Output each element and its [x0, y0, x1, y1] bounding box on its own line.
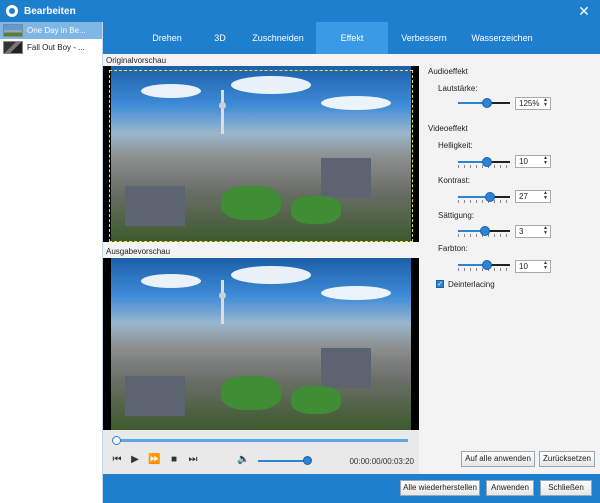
video-thumbnail	[3, 41, 23, 54]
restore-all-button[interactable]: Alle wiederherstellen	[400, 480, 480, 496]
tab-3d[interactable]: 3D	[200, 22, 240, 54]
original-preview	[103, 66, 419, 242]
brightness-label: Helligkeit:	[438, 141, 473, 150]
effect-panel: Audioeffekt Lautstärke: 125% ▲ ▼ Videoeff…	[423, 54, 600, 474]
tab-wasserzeichen[interactable]: Wasserzeichen	[460, 22, 544, 54]
saturation-spinbox[interactable]: 3 ▲ ▼	[515, 225, 551, 238]
tab-effekt[interactable]: Effekt	[316, 22, 388, 54]
fast-forward-icon[interactable]: ⏩	[148, 454, 160, 466]
spin-arrows-icon[interactable]: ▲ ▼	[542, 226, 549, 237]
previous-icon[interactable]: ⏮	[111, 454, 123, 466]
brightness-slider-handle[interactable]	[481, 157, 492, 167]
progress-track[interactable]	[116, 439, 408, 442]
hue-spinbox[interactable]: 10 ▲ ▼	[515, 260, 551, 273]
deinterlacing-checkbox[interactable]: ✓	[436, 280, 444, 288]
stop-icon[interactable]: ■	[168, 454, 180, 466]
volume-icon[interactable]: 🔈	[237, 454, 249, 466]
output-preview	[103, 258, 419, 430]
file-name: One Day in Be...	[27, 26, 86, 35]
original-preview-label: Originalvorschau	[106, 56, 167, 65]
contrast-label: Kontrast:	[438, 176, 471, 185]
close-icon[interactable]: ✕	[576, 3, 592, 19]
output-video-frame	[111, 258, 411, 430]
contrast-spinbox[interactable]: 27 ▲ ▼	[515, 190, 551, 203]
tab-verbessern[interactable]: Verbessern	[392, 22, 456, 54]
brightness-slider[interactable]	[458, 157, 510, 168]
time-display: 00:00:00/00:03:20	[349, 457, 414, 466]
video-effect-title: Videoeffekt	[428, 124, 468, 133]
app-icon	[6, 5, 18, 17]
dialog-footer: Alle wiederherstellen Anwenden Schließen	[103, 474, 600, 503]
spin-arrows-icon[interactable]: ▲ ▼	[542, 191, 549, 202]
spin-arrows-icon[interactable]: ▲ ▼	[542, 261, 549, 272]
progress-handle[interactable]	[112, 436, 121, 445]
play-icon[interactable]: ▶	[129, 454, 141, 466]
next-icon[interactable]: ⏭	[187, 454, 199, 466]
saturation-slider-handle[interactable]	[480, 226, 491, 236]
contrast-slider[interactable]	[458, 192, 510, 203]
volume-spinbox[interactable]: 125% ▲ ▼	[515, 97, 551, 110]
file-item-fall-out-boy[interactable]: Fall Out Boy - ...	[0, 39, 102, 56]
volume-handle[interactable]	[303, 456, 312, 465]
playback-bar: ⏮ ▶ ⏩ ■ ⏭ 🔈 00:00:00/00:03:20	[103, 430, 419, 474]
file-name: Fall Out Boy - ...	[27, 43, 85, 52]
saturation-slider[interactable]	[458, 226, 510, 237]
tab-drehen[interactable]: Drehen	[138, 22, 196, 54]
hue-slider-handle[interactable]	[481, 260, 492, 270]
saturation-label: Sättigung:	[438, 211, 475, 220]
crop-frame[interactable]	[109, 70, 413, 242]
volume-slider[interactable]	[458, 98, 510, 108]
volume-slider-handle[interactable]	[482, 98, 493, 108]
spin-arrows-icon[interactable]: ▲ ▼	[542, 156, 549, 167]
brightness-spinbox[interactable]: 10 ▲ ▼	[515, 155, 551, 168]
title-bar: Bearbeiten ✕	[0, 0, 600, 22]
output-preview-label: Ausgabevorschau	[106, 247, 171, 256]
tab-zuschneiden[interactable]: Zuschneiden	[244, 22, 312, 54]
volume-label: Lautstärke:	[438, 84, 478, 93]
volume-track[interactable]	[258, 460, 308, 462]
tab-bar: Drehen 3D Zuschneiden Effekt Verbessern …	[103, 22, 600, 54]
apply-button[interactable]: Anwenden	[486, 480, 534, 496]
hue-label: Farbton:	[438, 244, 468, 253]
spin-arrows-icon[interactable]: ▲ ▼	[542, 98, 549, 109]
edit-area: Originalvorschau Ausgabevorschau ⏮ ▶ ⏩ ■…	[103, 54, 600, 474]
window-title: Bearbeiten	[24, 5, 76, 17]
file-list: One Day in Be... Fall Out Boy - ...	[0, 22, 103, 503]
audio-effect-title: Audioeffekt	[428, 67, 468, 76]
file-item-one-day-in-berlin[interactable]: One Day in Be...	[0, 22, 102, 39]
apply-to-all-button[interactable]: Auf alle anwenden	[461, 451, 535, 467]
close-button[interactable]: Schließen	[540, 480, 592, 496]
video-thumbnail	[3, 24, 23, 37]
hue-slider[interactable]	[458, 260, 510, 271]
reset-button[interactable]: Zurücksetzen	[539, 451, 595, 467]
deinterlacing-label: Deinterlacing	[448, 280, 495, 289]
